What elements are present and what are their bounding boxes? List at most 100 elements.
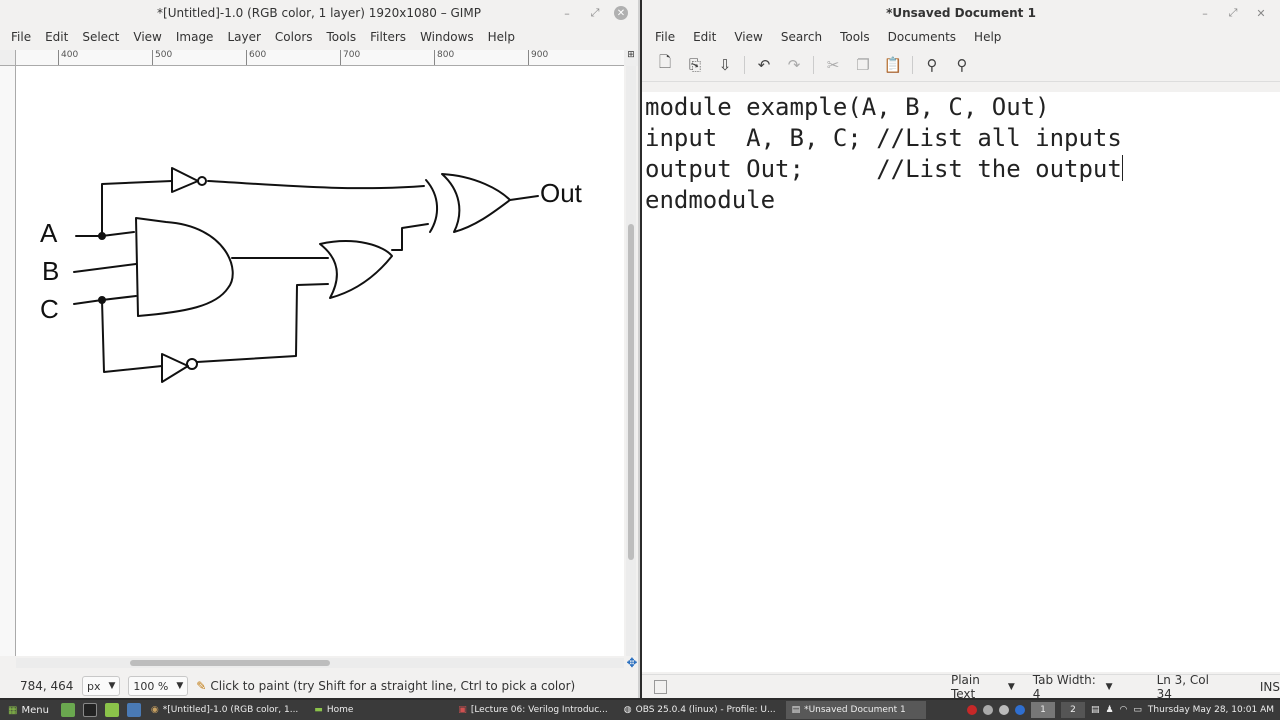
- vertical-ruler[interactable]: [0, 66, 16, 656]
- or-gate-small: [319, 240, 393, 299]
- ruler-tick: 400: [58, 50, 78, 65]
- menu-view[interactable]: View: [725, 30, 771, 44]
- language-select[interactable]: Plain Text ▼: [951, 673, 1015, 701]
- bluetooth-icon[interactable]: [1014, 705, 1025, 715]
- side-panel-icon[interactable]: [654, 679, 667, 694]
- label-b: B: [42, 256, 59, 286]
- editor-menubar: File Edit View Search Tools Documents He…: [642, 26, 1280, 48]
- task-label: [Lecture 06: Verilog Introduc...: [470, 705, 608, 715]
- redo-icon[interactable]: ↷: [779, 52, 809, 78]
- editor-titlebar[interactable]: *Unsaved Document 1 – ⤢ ✕: [642, 0, 1280, 26]
- menu-file[interactable]: File: [4, 30, 38, 44]
- menu-windows[interactable]: Windows: [413, 30, 481, 44]
- gimp-icon: ◉: [150, 705, 159, 715]
- menu-select[interactable]: Select: [75, 30, 126, 44]
- tab-width-value: Tab Width: 4: [1032, 672, 1096, 701]
- menu-search[interactable]: Search: [772, 30, 831, 44]
- clock[interactable]: Thursday May 28, 10:01 AM: [1148, 705, 1274, 715]
- horizontal-ruler[interactable]: 400 500 600 700 800 900: [16, 50, 624, 66]
- open-icon[interactable]: ⎘: [680, 52, 710, 78]
- menu-tools[interactable]: Tools: [831, 30, 879, 44]
- pencil-icon: ✎: [196, 679, 207, 693]
- workspace-1[interactable]: 1: [1030, 702, 1055, 718]
- maximize-icon[interactable]: ⤢: [586, 4, 604, 22]
- new-document-icon[interactable]: 🗋: [650, 52, 680, 78]
- paste-icon[interactable]: 📋: [878, 52, 908, 78]
- editor-text-area[interactable]: module example(A, B, C, Out) input A, B,…: [642, 92, 1280, 672]
- canvas-horizontal-scrollbar[interactable]: [16, 658, 624, 668]
- battery-icon[interactable]: ▭: [1133, 705, 1142, 715]
- find-replace-icon[interactable]: ⚲: [947, 52, 977, 78]
- cut-icon[interactable]: ✂: [818, 52, 848, 78]
- text-caret: [1121, 155, 1123, 181]
- unit-value: px: [87, 679, 101, 693]
- menu-tools[interactable]: Tools: [320, 30, 364, 44]
- label-c: C: [40, 294, 59, 324]
- task-obs[interactable]: ◍ OBS 25.0.4 (linux) - Profile: U...: [618, 701, 782, 719]
- gimp-menubar: File Edit Select View Image Layer Colors…: [0, 26, 638, 48]
- user-icon[interactable]: ♟: [1105, 705, 1113, 715]
- menu-edit[interactable]: Edit: [38, 30, 75, 44]
- unit-select[interactable]: px ▼: [82, 676, 121, 696]
- menu-view[interactable]: View: [126, 30, 168, 44]
- wire-or-small-to-or-large: [391, 223, 429, 251]
- status-hint-text: Click to paint (try Shift for a straight…: [210, 679, 576, 693]
- editor-window-title: *Unsaved Document 1: [886, 6, 1036, 20]
- maximize-icon[interactable]: ⤢: [1224, 4, 1242, 22]
- network-icon[interactable]: ▤: [1091, 705, 1100, 715]
- menu-file[interactable]: File: [646, 30, 684, 44]
- ruler-tick: 900: [528, 50, 548, 65]
- cursor-position: Ln 3, Col 34: [1156, 672, 1209, 701]
- find-icon[interactable]: ⚲: [917, 52, 947, 78]
- wire-c-to-not-bottom: [101, 299, 163, 373]
- insert-mode: INS: [1259, 679, 1280, 694]
- task-text-editor[interactable]: ▤ *Unsaved Document 1: [785, 701, 926, 719]
- menu-layer[interactable]: Layer: [220, 30, 267, 44]
- menu-edit[interactable]: Edit: [684, 30, 725, 44]
- record-icon[interactable]: [966, 705, 977, 715]
- menu-colors[interactable]: Colors: [268, 30, 320, 44]
- wifi-icon[interactable]: ◠: [1120, 705, 1128, 715]
- app-launcher-icon[interactable]: [126, 703, 141, 717]
- close-icon[interactable]: ✕: [1252, 4, 1270, 22]
- menu-help[interactable]: Help: [965, 30, 1010, 44]
- desktop: *[Untitled]-1.0 (RGB color, 1 layer) 192…: [0, 0, 1280, 720]
- files-icon[interactable]: [104, 703, 119, 717]
- shield-icon[interactable]: [998, 705, 1009, 715]
- code-line: module example(A, B, C, Out): [645, 93, 1050, 121]
- workspace-2[interactable]: 2: [1060, 702, 1085, 718]
- save-icon[interactable]: ⇩: [710, 52, 740, 78]
- task-gimp[interactable]: ◉ *[Untitled]-1.0 (RGB color, 1...: [145, 701, 304, 719]
- tab-width-select[interactable]: Tab Width: 4 ▼: [1033, 673, 1113, 701]
- menu-filters[interactable]: Filters: [363, 30, 413, 44]
- task-lecture[interactable]: ▣ [Lecture 06: Verilog Introduc...: [452, 701, 613, 719]
- quick-mask-icon[interactable]: ⊞: [624, 50, 638, 66]
- navigate-icon[interactable]: ✥: [624, 656, 640, 672]
- text-editor-window: *Unsaved Document 1 – ⤢ ✕ File Edit View…: [642, 0, 1280, 701]
- show-desktop-icon[interactable]: [60, 703, 75, 717]
- code-line: input A, B, C; //List all inputs: [645, 124, 1122, 152]
- terminal-icon[interactable]: [82, 703, 97, 717]
- minimize-icon[interactable]: –: [1196, 4, 1214, 22]
- system-tray: 1 2 ▤ ♟ ◠ ▭ Thursday May 28, 10:01 AM: [966, 702, 1280, 718]
- ruler-corner[interactable]: [0, 50, 16, 66]
- start-menu-button[interactable]: ▦ Menu: [0, 705, 57, 716]
- undo-icon[interactable]: ↶: [749, 52, 779, 78]
- editor-statusbar: Plain Text ▼ Tab Width: 4 ▼ Ln 3, Col 34…: [642, 672, 1280, 701]
- minimize-icon[interactable]: –: [558, 4, 576, 22]
- menu-documents[interactable]: Documents: [879, 30, 965, 44]
- junction-a: [98, 232, 106, 240]
- task-home[interactable]: ▬ Home: [308, 701, 448, 719]
- steam-icon[interactable]: [982, 705, 993, 715]
- gimp-titlebar[interactable]: *[Untitled]-1.0 (RGB color, 1 layer) 192…: [0, 0, 638, 26]
- menu-help[interactable]: Help: [481, 30, 522, 44]
- copy-icon[interactable]: ❐: [848, 52, 878, 78]
- zoom-select[interactable]: 100 % ▼: [128, 676, 189, 696]
- label-a: A: [40, 218, 58, 248]
- gimp-statusbar: 784, 464 px ▼ 100 % ▼ ✎ Click to paint (…: [0, 674, 638, 698]
- menu-image[interactable]: Image: [169, 30, 221, 44]
- close-icon[interactable]: ✕: [614, 6, 628, 20]
- image-canvas[interactable]: A B C Out: [16, 66, 624, 656]
- task-label: *Unsaved Document 1: [804, 705, 906, 715]
- canvas-vertical-scrollbar[interactable]: [626, 66, 636, 656]
